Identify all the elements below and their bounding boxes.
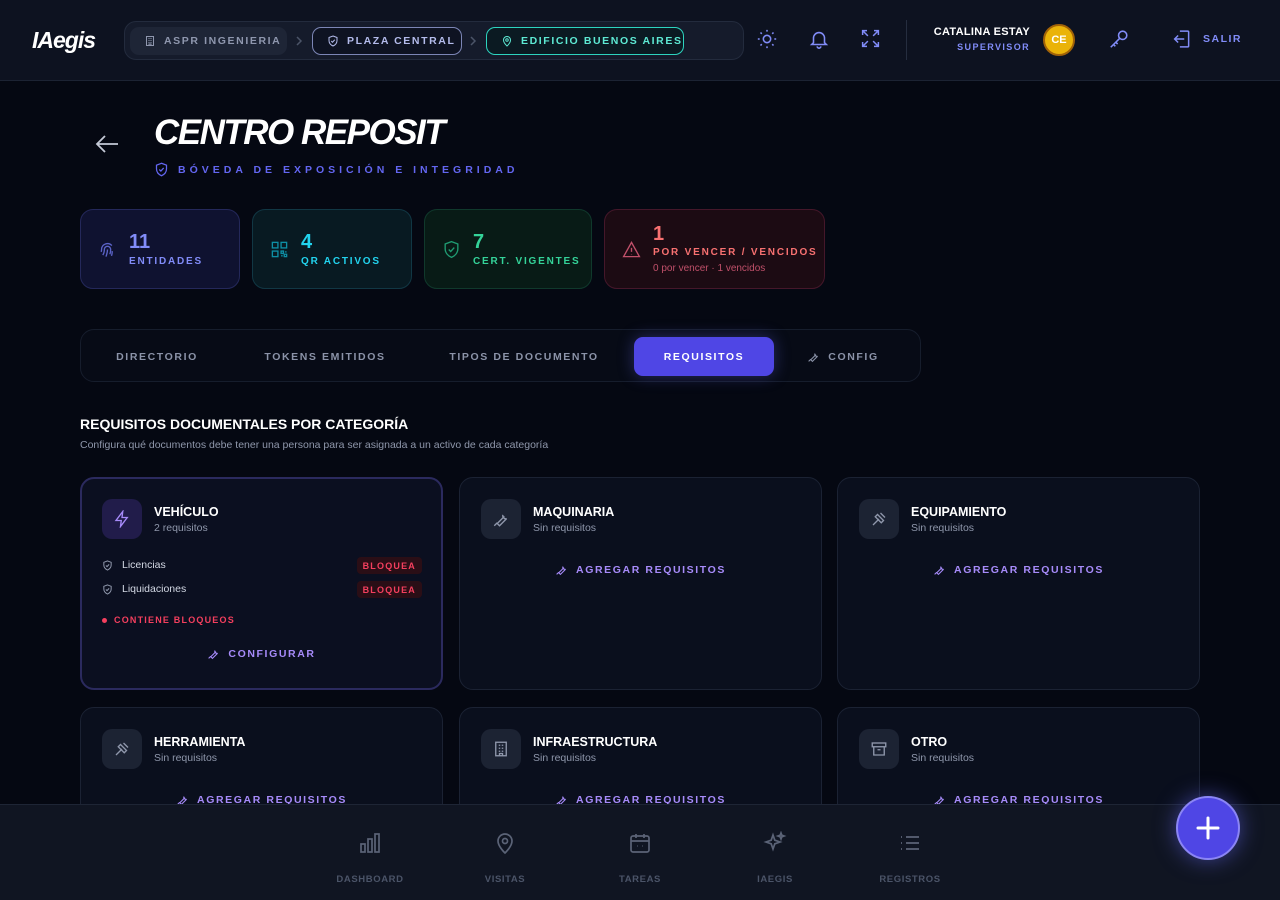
section-title: REQUISITOS DOCUMENTALES POR CATEGORÍA [80, 416, 409, 432]
shield-icon [154, 162, 169, 177]
tab-requisitos[interactable]: REQUISITOS [634, 337, 774, 376]
tab-directorio[interactable]: DIRECTORIO [93, 337, 221, 376]
lightning-icon [102, 499, 142, 539]
top-header: IAegis ASPR INGENIERIA PLAZA CENTRAL EDI… [0, 0, 1280, 81]
chevron-right-icon [469, 35, 478, 47]
breadcrumb-building[interactable]: EDIFICIO BUENOS AIRES [486, 27, 684, 55]
nav-iaegis[interactable]: IAEGIS [720, 831, 830, 885]
sun-icon[interactable] [756, 28, 778, 50]
header-divider [906, 20, 907, 60]
breadcrumb: ASPR INGENIERIA PLAZA CENTRAL EDIFICIO B… [124, 21, 744, 60]
page-subtitle: BÓVEDA DE EXPOSICIÓN E INTEGRIDAD [154, 162, 518, 177]
stat-expiring[interactable]: 1 POR VENCER / VENCIDOS 0 por vencer · 1… [604, 209, 825, 289]
block-badge: BLOQUEA [356, 581, 422, 598]
list-icon [898, 831, 922, 855]
add-requirements-button[interactable]: AGREGAR REQUISITOS [838, 563, 1199, 576]
avatar[interactable]: CE [1043, 24, 1075, 56]
wrench-icon [555, 563, 568, 576]
category-card-maquinaria[interactable]: MAQUINARIA Sin requisitos AGREGAR REQUIS… [459, 477, 822, 690]
calendar-icon [628, 831, 652, 855]
tab-bar: DIRECTORIO TOKENS EMITIDOS TIPOS DE DOCU… [80, 329, 921, 382]
building-icon [481, 729, 521, 769]
logout-icon [1172, 28, 1193, 50]
user-role: SUPERVISOR [957, 42, 1030, 52]
add-requirements-button[interactable]: AGREGAR REQUISITOS [460, 563, 821, 576]
key-icon[interactable] [1108, 28, 1130, 50]
shield-icon [327, 35, 339, 47]
building-icon [144, 35, 156, 47]
shield-check-icon [102, 560, 113, 571]
stat-certificates[interactable]: 7 CERT. VIGENTES [424, 209, 592, 289]
shield-check-icon [102, 584, 113, 595]
wrench-icon [207, 647, 220, 660]
alert-triangle-icon [622, 240, 641, 259]
sparkles-icon [763, 831, 787, 855]
section-description: Configura qué documentos debe tener una … [80, 439, 549, 451]
hammer-icon [102, 729, 142, 769]
chevron-right-icon [295, 35, 304, 47]
nav-tareas[interactable]: TAREAS [585, 831, 695, 885]
tab-tokens[interactable]: TOKENS EMITIDOS [241, 337, 409, 376]
block-warning: CONTIENE BLOQUEOS [102, 615, 235, 625]
shield-check-icon [442, 240, 461, 259]
page-title: CENTRO REPOSIT [154, 113, 446, 152]
fingerprint-icon [98, 240, 117, 259]
bar-chart-icon [358, 831, 382, 855]
plus-icon [1195, 815, 1221, 841]
archive-icon [859, 729, 899, 769]
stat-qr-active[interactable]: 4 QR ACTIVOS [252, 209, 412, 289]
configure-button[interactable]: CONFIGURAR [82, 647, 441, 660]
requirement-row: Licencias BLOQUEA [102, 557, 422, 574]
wrench-icon [933, 563, 946, 576]
tab-document-types[interactable]: TIPOS DE DOCUMENTO [431, 337, 617, 376]
user-name: CATALINA ESTAY [933, 26, 1030, 38]
qr-code-icon [270, 240, 289, 259]
logout-button[interactable]: SALIR [1172, 28, 1242, 50]
tools-icon [859, 499, 899, 539]
map-pin-icon [493, 831, 517, 855]
block-badge: BLOQUEA [356, 557, 422, 574]
fullscreen-icon[interactable] [860, 28, 881, 49]
add-fab-button[interactable] [1176, 796, 1240, 860]
app-logo[interactable]: IAegis [32, 27, 96, 54]
bottom-navigation: DASHBOARD VISITAS TAREAS IAEGIS REGISTRO… [0, 804, 1280, 900]
back-arrow-icon[interactable] [94, 133, 120, 155]
bell-icon[interactable] [808, 28, 830, 50]
category-card-vehiculo[interactable]: VEHÍCULO 2 requisitos Licencias BLOQUEA … [80, 477, 443, 690]
wrench-icon [481, 499, 521, 539]
nav-registros[interactable]: REGISTROS [855, 831, 965, 885]
wrench-icon [807, 350, 820, 363]
category-card-equipamiento[interactable]: EQUIPAMIENTO Sin requisitos AGREGAR REQU… [837, 477, 1200, 690]
nav-dashboard[interactable]: DASHBOARD [315, 831, 425, 885]
requirement-row: Liquidaciones BLOQUEA [102, 581, 422, 598]
breadcrumb-site[interactable]: PLAZA CENTRAL [312, 27, 462, 55]
map-pin-icon [501, 35, 513, 47]
stat-entities[interactable]: 11 ENTIDADES [80, 209, 240, 289]
status-dot [102, 617, 107, 623]
breadcrumb-company[interactable]: ASPR INGENIERIA [130, 27, 287, 55]
tab-config[interactable]: CONFIG [793, 337, 893, 376]
nav-visitas[interactable]: VISITAS [450, 831, 560, 885]
